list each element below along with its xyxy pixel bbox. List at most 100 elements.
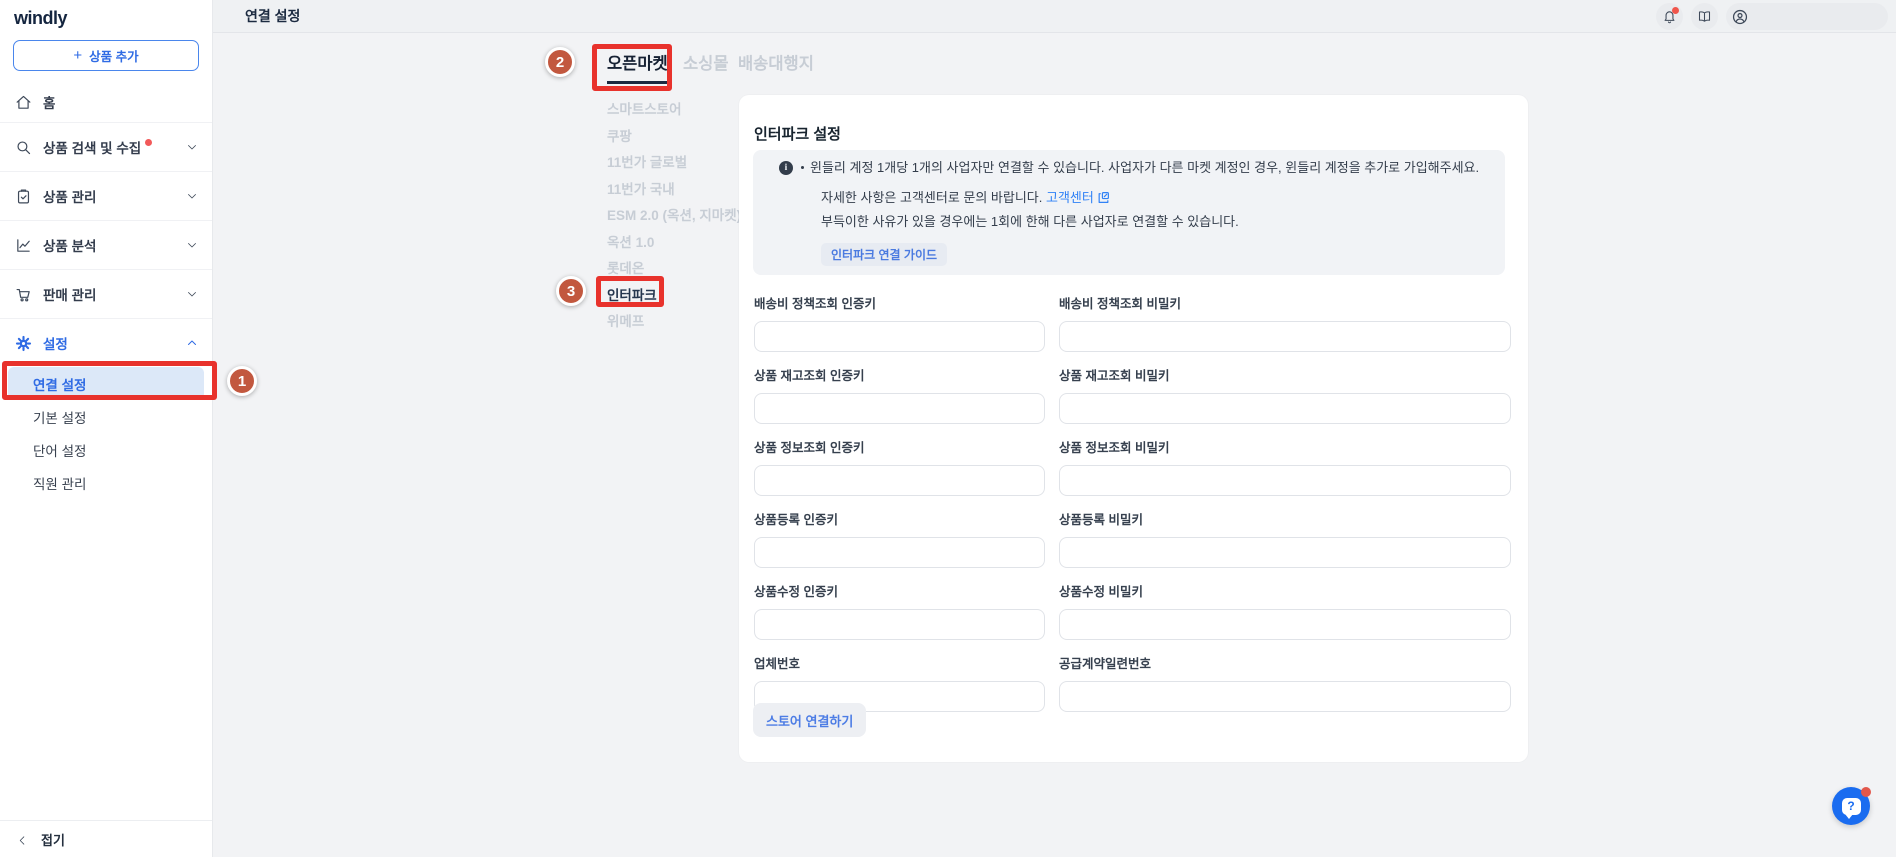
form-field: 배송비 정책조회 인증키 — [754, 293, 1045, 352]
notification-dot — [1672, 7, 1679, 14]
top-bar: 연결 설정 — [213, 0, 1896, 33]
sidebar: windly + 상품 추가 홈 상품 검색 및 수집 상품 관리 상품 분석 … — [0, 0, 213, 857]
subitem-label: 직원 관리 — [33, 476, 87, 492]
sidebar-item-sales-manage[interactable]: 판매 관리 — [0, 269, 212, 318]
active-tab-underline — [607, 81, 671, 84]
help-chat-button[interactable]: ? — [1832, 787, 1871, 825]
market-label: 쿠팡 — [607, 128, 632, 144]
field-label: 배송비 정책조회 비밀키 — [1059, 297, 1181, 311]
home-icon — [15, 94, 32, 111]
sidebar-item-product-search[interactable]: 상품 검색 및 수집 — [0, 122, 212, 171]
page-title: 연결 설정 — [245, 8, 301, 24]
sidebar-subitem-basic-settings[interactable]: 기본 설정 — [0, 400, 212, 433]
field-label: 상품 정보조회 인증키 — [754, 441, 865, 455]
connect-store-button[interactable]: 스토어 연결하기 — [753, 703, 867, 737]
form-field: 상품 정보조회 인증키 — [754, 437, 1045, 496]
form-field: 상품등록 비밀키 — [1059, 509, 1511, 568]
delivery-policy-auth-key-input[interactable] — [754, 321, 1045, 352]
windly-logo: windly — [14, 8, 68, 28]
sidebar-subitem-connection-settings[interactable]: 연결 설정 — [8, 367, 204, 400]
plus-icon: + — [73, 47, 83, 64]
notification-button[interactable] — [1656, 3, 1683, 30]
market-label: 11번가 국내 — [607, 181, 675, 197]
info-icon: i — [779, 160, 793, 175]
market-label: 11번가 글로벌 — [607, 155, 688, 171]
tab-sourcing-mall[interactable]: 소싱몰 — [683, 50, 729, 74]
tab-openmarket[interactable]: 오픈마켓 — [607, 50, 668, 74]
market-item-coupang[interactable]: 쿠팡 — [607, 122, 741, 149]
sidebar-subitem-staff-manage[interactable]: 직원 관리 — [0, 466, 212, 499]
sidebar-collapse-button[interactable]: 접기 — [0, 820, 212, 857]
sidebar-item-label: 상품 분석 — [43, 239, 97, 254]
sidebar-item-label: 판매 관리 — [43, 288, 97, 303]
stock-query-secret-key-input[interactable] — [1059, 393, 1511, 424]
notice-box: i 윈들리 계정 1개당 1개의 사업자만 연결할 수 있습니다. 사업자가 다… — [753, 150, 1505, 275]
market-item-11st-global[interactable]: 11번가 글로벌 — [607, 148, 741, 175]
external-link-icon — [1097, 190, 1110, 203]
interpark-key-form: 배송비 정책조회 인증키 배송비 정책조회 비밀키 상품 재고조회 인증키 상품… — [754, 293, 1511, 725]
add-product-button[interactable]: + 상품 추가 — [13, 40, 199, 71]
settings-sub-list: 연결 설정 기본 설정 단어 설정 직원 관리 — [0, 367, 212, 499]
market-label: 롯데온 — [607, 261, 645, 277]
sidebar-item-settings[interactable]: 설정 — [0, 318, 212, 367]
topbar-actions — [1656, 3, 1888, 30]
sidebar-item-product-manage[interactable]: 상품 관리 — [0, 171, 212, 220]
chevron-left-icon — [17, 834, 28, 845]
form-field: 상품등록 인증키 — [754, 509, 1045, 568]
tab-label: 배송대행지 — [738, 55, 814, 73]
notice-line-2: 자세한 사항은 고객센터로 문의 바랍니다. 고객센터 — [821, 188, 1479, 207]
sidebar-item-product-analysis[interactable]: 상품 분석 — [0, 220, 212, 269]
product-update-secret-key-input[interactable] — [1059, 609, 1511, 640]
panel-title: 인터파크 설정 — [754, 126, 841, 143]
field-label: 상품등록 비밀키 — [1059, 513, 1143, 527]
product-register-secret-key-input[interactable] — [1059, 537, 1511, 568]
user-avatar-icon — [1732, 9, 1748, 24]
market-item-auction1[interactable]: 옥션 1.0 — [607, 228, 741, 255]
form-field: 배송비 정책조회 비밀키 — [1059, 293, 1511, 352]
market-item-11st-domestic[interactable]: 11번가 국내 — [607, 175, 741, 202]
customer-center-link[interactable]: 고객센터 — [1046, 190, 1094, 205]
field-label: 상품등록 인증키 — [754, 513, 838, 527]
field-label: 상품수정 인증키 — [754, 585, 838, 599]
question-bubble-icon: ? — [1841, 797, 1861, 819]
market-item-lotteon[interactable]: 롯데온 — [607, 254, 741, 281]
form-field: 상품 정보조회 비밀키 — [1059, 437, 1511, 496]
tab-forwarding-address[interactable]: 배송대행지 — [738, 50, 814, 74]
main-content: 오픈마켓 소싱몰 배송대행지 스마트스토어 쿠팡 11번가 글로벌 11번가 국… — [213, 33, 1896, 857]
market-item-interpark[interactable]: 인터파크 — [607, 281, 741, 308]
delivery-policy-secret-key-input[interactable] — [1059, 321, 1511, 352]
product-register-auth-key-input[interactable] — [754, 537, 1045, 568]
new-badge-dot — [145, 139, 153, 146]
chevron-down-icon — [186, 141, 198, 153]
notice-line-3: 부득이한 사유가 있을 경우에는 1회에 한해 다른 사업자로 연결할 수 있습… — [821, 214, 1239, 229]
supply-contract-serial-input[interactable] — [1059, 681, 1511, 712]
market-item-esm2[interactable]: ESM 2.0 (옥션, 지마켓) — [607, 201, 741, 228]
product-update-auth-key-input[interactable] — [754, 609, 1045, 640]
sidebar-item-label: 설정 — [43, 337, 68, 352]
interpark-guide-button[interactable]: 인터파크 연결 가이드 — [821, 243, 948, 266]
field-label: 배송비 정책조회 인증키 — [754, 297, 876, 311]
subitem-label: 단어 설정 — [33, 443, 87, 459]
market-label: 스마트스토어 — [607, 102, 682, 118]
market-item-smartstore[interactable]: 스마트스토어 — [607, 95, 741, 122]
chart-line-icon — [15, 237, 32, 254]
sidebar-item-label: 홈 — [43, 96, 56, 111]
account-menu[interactable] — [1726, 3, 1888, 30]
product-info-secret-key-input[interactable] — [1059, 465, 1511, 496]
sidebar-item-home[interactable]: 홈 — [0, 82, 212, 122]
field-label: 공급계약일련번호 — [1059, 657, 1152, 671]
clipboard-check-icon — [15, 188, 32, 205]
market-item-wemakeprice[interactable]: 위메프 — [607, 307, 741, 334]
stock-query-auth-key-input[interactable] — [754, 393, 1045, 424]
subitem-label: 기본 설정 — [33, 410, 87, 426]
sidebar-nav: 홈 상품 검색 및 수집 상품 관리 상품 분석 판매 관리 설정 연결 설정 … — [0, 82, 212, 499]
app-window: windly + 상품 추가 홈 상품 검색 및 수집 상품 관리 상품 분석 … — [0, 0, 1896, 857]
sidebar-subitem-word-settings[interactable]: 단어 설정 — [0, 433, 212, 466]
product-info-auth-key-input[interactable] — [754, 465, 1045, 496]
market-label: 위메프 — [607, 314, 645, 330]
market-list: 스마트스토어 쿠팡 11번가 글로벌 11번가 국내 ESM 2.0 (옥션, … — [607, 95, 741, 334]
chevron-up-icon — [186, 337, 198, 349]
interpark-settings-panel: 인터파크 설정 i 윈들리 계정 1개당 1개의 사업자만 연결할 수 있습니다… — [739, 95, 1528, 762]
form-field: 상품 재고조회 비밀키 — [1059, 365, 1511, 424]
guide-book-button[interactable] — [1691, 3, 1718, 30]
